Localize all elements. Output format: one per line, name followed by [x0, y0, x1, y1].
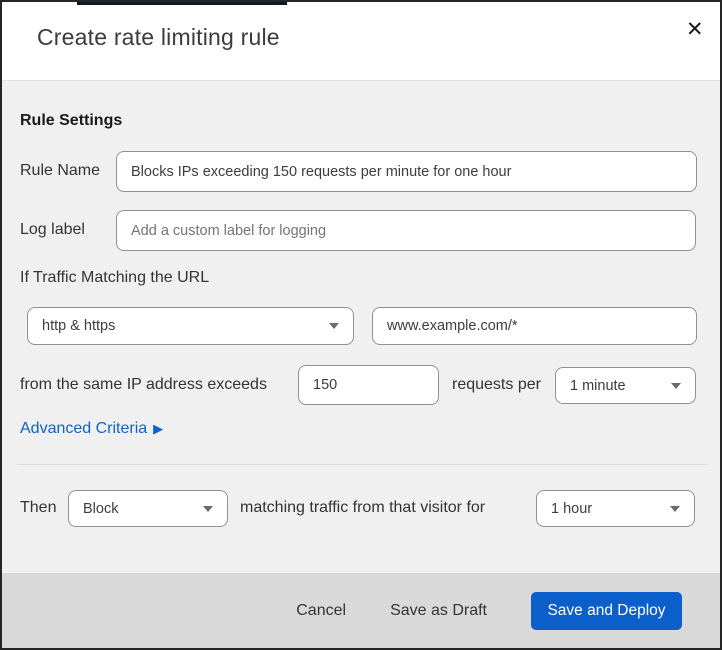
scheme-select[interactable]: http & https	[27, 307, 354, 345]
traffic-match-heading: If Traffic Matching the URL	[20, 269, 210, 286]
close-icon[interactable]: ✕	[682, 15, 708, 44]
duration-select[interactable]: 1 hour	[536, 490, 695, 527]
expand-arrow-icon: ▶	[153, 421, 164, 436]
period-select-value: 1 minute	[570, 377, 626, 394]
chevron-down-icon	[203, 505, 213, 512]
action-select-value: Block	[83, 500, 119, 517]
duration-select-value: 1 hour	[551, 500, 593, 517]
log-label-input[interactable]	[116, 210, 696, 251]
period-select[interactable]: 1 minute	[555, 367, 696, 404]
background-page-strip	[77, 2, 287, 5]
rule-settings-heading: Rule Settings	[20, 112, 123, 129]
modal-header: Create rate limiting rule ✕	[2, 2, 720, 81]
scheme-select-value: http & https	[42, 318, 116, 334]
create-rate-limiting-rule-modal: Create rate limiting rule ✕ Rule Setting…	[0, 0, 722, 650]
rule-name-input[interactable]	[116, 151, 697, 192]
chevron-down-icon	[671, 382, 681, 389]
url-pattern-input[interactable]	[372, 307, 697, 345]
threshold-prefix-text: from the same IP address exceeds	[20, 376, 267, 393]
advanced-criteria-label: Advanced Criteria	[20, 420, 148, 437]
log-label-label: Log label	[20, 221, 85, 238]
action-middle-text: matching traffic from that visitor for	[240, 499, 486, 516]
save-as-draft-button[interactable]: Save as Draft	[390, 602, 487, 620]
section-divider	[17, 464, 708, 465]
chevron-down-icon	[329, 323, 339, 329]
rule-name-label: Rule Name	[20, 162, 101, 179]
requests-per-text: requests per	[452, 376, 541, 393]
advanced-criteria-link[interactable]: Advanced Criteria ▶	[20, 420, 163, 438]
request-threshold-input[interactable]	[298, 365, 439, 405]
chevron-down-icon	[670, 505, 680, 512]
cancel-button[interactable]: Cancel	[296, 602, 346, 620]
modal-title: Create rate limiting rule	[37, 24, 280, 50]
modal-footer: Cancel Save as Draft Save and Deploy	[2, 573, 720, 648]
then-label: Then	[20, 499, 57, 516]
save-and-deploy-button[interactable]: Save and Deploy	[531, 591, 682, 630]
action-select[interactable]: Block	[68, 490, 228, 527]
